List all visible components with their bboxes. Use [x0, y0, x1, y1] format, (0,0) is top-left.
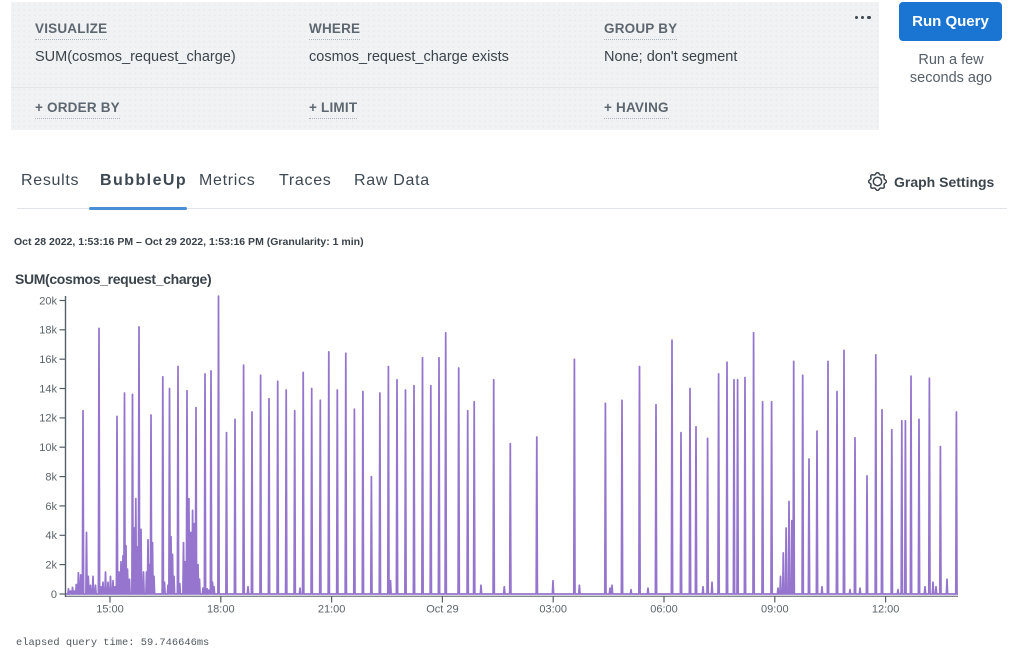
svg-text:18:00: 18:00	[207, 604, 235, 616]
svg-text:0: 0	[51, 589, 57, 601]
svg-text:20k: 20k	[39, 295, 57, 307]
svg-text:2k: 2k	[45, 559, 57, 571]
svg-text:12:00: 12:00	[872, 604, 900, 616]
svg-text:6k: 6k	[45, 501, 57, 513]
svg-text:4k: 4k	[45, 530, 57, 542]
svg-text:15:00: 15:00	[96, 604, 124, 616]
svg-text:09:00: 09:00	[761, 604, 789, 616]
svg-text:18k: 18k	[39, 325, 57, 337]
svg-text:21:00: 21:00	[318, 604, 346, 616]
svg-text:14k: 14k	[39, 383, 57, 395]
svg-text:8k: 8k	[45, 471, 57, 483]
svg-text:03:00: 03:00	[539, 604, 567, 616]
svg-text:12k: 12k	[39, 413, 57, 425]
svg-text:Oct 29: Oct 29	[426, 604, 458, 616]
svg-text:06:00: 06:00	[650, 604, 678, 616]
svg-text:16k: 16k	[39, 354, 57, 366]
svg-text:10k: 10k	[39, 442, 57, 454]
